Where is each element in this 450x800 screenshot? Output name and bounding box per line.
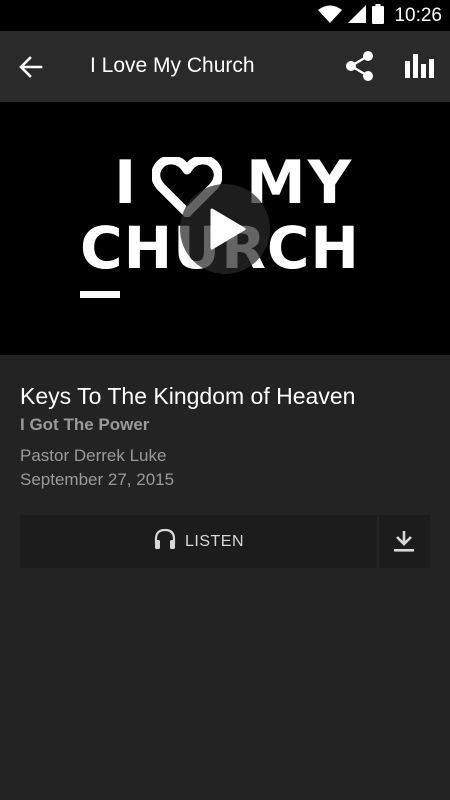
stats-button[interactable]: [404, 51, 436, 83]
status-time: 10:26: [394, 5, 442, 26]
sermon-artwork: I MY CHURCH: [0, 102, 450, 355]
download-button[interactable]: [379, 515, 430, 568]
share-icon: [344, 51, 376, 86]
artwork-text-i: I: [114, 148, 137, 218]
sermon-title: Keys To The Kingdom of Heaven: [20, 383, 356, 409]
app-bar: I Love My Church: [0, 31, 450, 102]
back-button[interactable]: [17, 53, 45, 81]
sermon-date: September 27, 2015: [20, 470, 175, 489]
play-button[interactable]: [180, 184, 270, 274]
battery-icon: [372, 3, 385, 29]
speaker-name: Pastor Derrek Luke: [20, 446, 167, 465]
page-title: I Love My Church: [90, 54, 255, 77]
listen-label: LISTEN: [184, 532, 244, 550]
status-bar: 10:26: [0, 0, 450, 31]
headphones-icon: [153, 527, 177, 556]
artwork-underline: [80, 291, 120, 298]
share-button[interactable]: [344, 50, 376, 82]
sermon-details: Keys To The Kingdom of Heaven I Got The …: [20, 380, 430, 492]
listen-button[interactable]: LISTEN: [20, 515, 377, 568]
series-name: I Got The Power: [20, 415, 150, 434]
wifi-icon: [318, 5, 343, 28]
status-icons: 10:26: [318, 3, 442, 29]
bar-chart-icon: [404, 54, 436, 87]
arrow-left-icon: [17, 56, 45, 85]
signal-icon: [348, 4, 367, 28]
